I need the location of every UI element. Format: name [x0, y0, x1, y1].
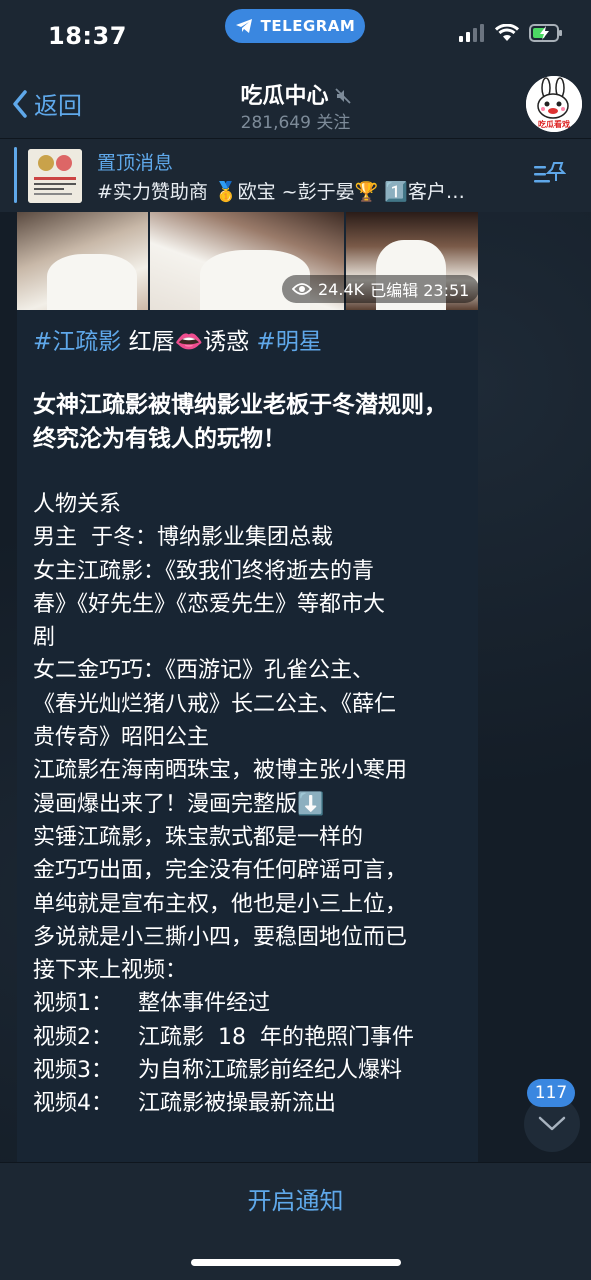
hashtag-mingxing[interactable]: #明星 — [257, 329, 322, 355]
body-line: 剧 — [33, 625, 56, 651]
body-line: 《春光灿烂猪八戒》长二公主、《薛仁 — [33, 691, 397, 717]
body-line: 人物关系 — [33, 492, 122, 517]
body-line: 金巧巧出面，完全没有任何辟谣可言， — [33, 858, 408, 884]
bottom-bar: 开启通知 — [0, 1162, 591, 1280]
body-line: 单纯就是宣布主权，他也是小三上位， — [33, 891, 408, 917]
pinned-message-bar[interactable]: 置顶消息 #实力赞助商 🥇欧宝 ~彭于晏🏆 1️⃣客户… — [0, 138, 591, 212]
channel-title[interactable]: 吃瓜中心 — [0, 78, 591, 110]
body-line: 漫画爆出来了！漫画完整版⬇️ — [33, 791, 325, 817]
message-body: 人物关系 男主 于冬：博纳影业集团总裁 女主江疏影：《致我们终将逝去的青 春》《… — [33, 488, 473, 1121]
muted-icon — [334, 85, 351, 110]
body-line: 女二金巧巧：《西游记》孔雀公主、 — [33, 658, 375, 684]
chevron-down-icon — [538, 1116, 566, 1131]
telegram-pill[interactable]: TELEGRAM — [225, 9, 365, 43]
video-desc: 江疏影被操最新流出 — [138, 1091, 337, 1117]
photo-1[interactable] — [17, 212, 148, 310]
subscriber-count: 281,649 关注 — [240, 113, 351, 133]
video-label: 视频3： — [33, 1058, 113, 1084]
pinned-title: 置顶消息 — [97, 152, 174, 174]
pinned-indicator — [14, 147, 17, 203]
chat-header: 返回 吃瓜中心 281,649 关注 吃瓜看戏 — [0, 72, 591, 138]
message-headline: 女神江疏影被博纳影业老板于冬潜规则，终究沦为有钱人的玩物！ — [33, 392, 447, 452]
body-line: 女主江疏影：《致我们终将逝去的青 — [33, 558, 375, 584]
status-time: 18:37 — [48, 22, 127, 50]
video-label: 视频1： — [33, 991, 113, 1017]
video-item: 视频2： 江疏影 18 年的艳照门事件 — [33, 1021, 473, 1054]
home-indicator[interactable] — [191, 1259, 401, 1266]
pinned-text: #实力赞助商 🥇欧宝 ~彭于晏🏆 1️⃣客户… — [97, 181, 465, 203]
hashtag-jiangshuying[interactable]: #江疏影 — [33, 329, 121, 355]
pin-list-icon — [534, 162, 567, 183]
video-item: 视频4： 江疏影被操最新流出 — [33, 1087, 473, 1120]
view-count: 24.4K — [318, 279, 365, 299]
channel-name: 吃瓜中心 — [240, 84, 329, 109]
message-bubble[interactable]: 24.4K 已编辑 23:51 #江疏影 红唇👄诱惑 #明星 女神江疏影被博纳影… — [17, 212, 478, 1162]
video-label: 视频2： — [33, 1024, 113, 1050]
video-desc: 整体事件经过 — [138, 991, 271, 1017]
body-line: 春》《好先生》《恋爱先生》等都市大 — [33, 591, 386, 617]
body-line: 男主 于冬：博纳影业集团总裁 — [33, 525, 333, 551]
body-line: 实锤江疏影，珠宝款式都是一样的 — [33, 824, 364, 850]
views-eye-icon — [292, 283, 312, 295]
video-item: 视频3： 为自称江疏影前经纪人爆料 — [33, 1054, 473, 1087]
pinned-thumbnail — [28, 149, 82, 203]
status-bar: 18:37 TELEGRAM — [0, 0, 591, 72]
video-item: 视频1： 整体事件经过 — [33, 987, 473, 1020]
video-desc: 江疏影 18 年的艳照门事件 — [138, 1024, 414, 1050]
battery-charging-icon — [529, 24, 562, 42]
message-meta: 24.4K 已编辑 23:51 — [282, 275, 478, 303]
edited-time: 已编辑 23:51 — [370, 281, 470, 300]
video-label: 视频4： — [33, 1091, 113, 1117]
wifi-icon — [495, 24, 519, 41]
pinned-list-button[interactable] — [534, 161, 567, 191]
hashtag-middle-text: 红唇👄诱惑 — [121, 329, 257, 355]
hashtag-line: #江疏影 红唇👄诱惑 #明星 — [33, 322, 322, 356]
body-line: 接下来上视频： — [33, 958, 188, 984]
telegram-pill-label: TELEGRAM — [260, 17, 356, 35]
unread-count-badge: 117 — [527, 1079, 575, 1107]
signal-icon — [459, 24, 484, 42]
channel-avatar[interactable]: 吃瓜看戏 — [526, 76, 582, 132]
telegram-plane-icon — [235, 19, 252, 33]
body-line: 江疏影在海南晒珠宝，被博主张小寒用 — [33, 758, 408, 784]
enable-notifications-button[interactable]: 开启通知 — [0, 1181, 591, 1216]
body-line: 多说就是小三撕小四，要稳固地位而已 — [33, 924, 408, 950]
avatar-caption: 吃瓜看戏 — [538, 120, 570, 129]
video-desc: 为自称江疏影前经纪人爆料 — [138, 1058, 403, 1084]
body-line: 贵传奇》昭阳公主 — [33, 725, 210, 751]
